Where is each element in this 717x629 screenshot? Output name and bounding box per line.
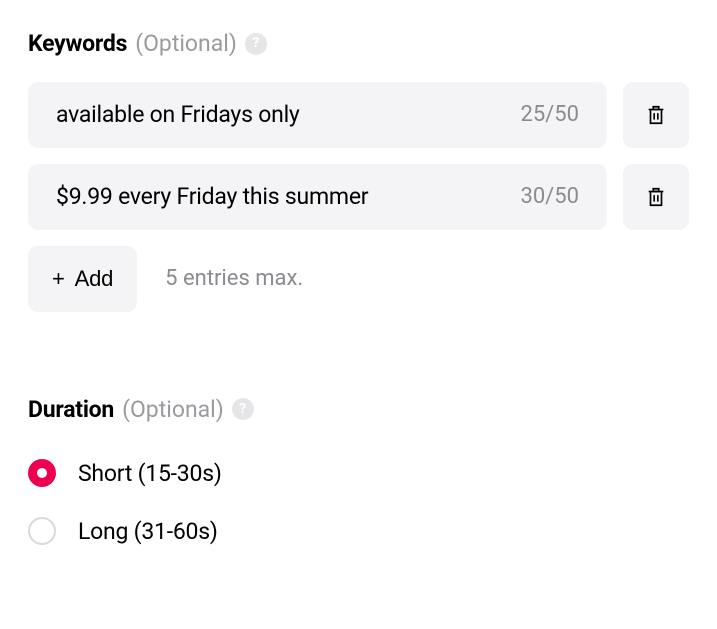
add-keyword-button[interactable]: + Add — [28, 246, 137, 312]
duration-optional-label: (Optional) — [122, 396, 224, 424]
radio-icon — [28, 459, 56, 487]
keyword-text: $9.99 every Friday this summer — [56, 183, 368, 210]
keyword-row: $9.99 every Friday this summer 30/50 — [28, 164, 689, 230]
keywords-heading: Keywords (Optional) ? — [28, 30, 689, 58]
keywords-title: Keywords — [28, 30, 127, 58]
radio-label: Long (31-60s) — [78, 518, 218, 545]
add-row: + Add 5 entries max. — [28, 246, 689, 312]
trash-icon — [645, 186, 667, 208]
help-icon[interactable]: ? — [245, 33, 267, 55]
duration-title: Duration — [28, 396, 114, 424]
radio-label: Short (15-30s) — [78, 460, 222, 487]
plus-icon: + — [52, 268, 65, 290]
duration-option-short[interactable]: Short (15-30s) — [28, 459, 689, 487]
radio-icon — [28, 517, 56, 545]
help-icon[interactable]: ? — [232, 398, 254, 420]
delete-keyword-button[interactable] — [623, 164, 689, 230]
add-button-label: Add — [75, 266, 114, 292]
keywords-optional-label: (Optional) — [135, 30, 237, 58]
delete-keyword-button[interactable] — [623, 82, 689, 148]
keyword-row: available on Fridays only 25/50 — [28, 82, 689, 148]
keyword-input[interactable]: $9.99 every Friday this summer 30/50 — [28, 164, 607, 230]
keyword-char-count: 25/50 — [520, 102, 579, 127]
duration-option-long[interactable]: Long (31-60s) — [28, 517, 689, 545]
duration-heading: Duration (Optional) ? — [28, 396, 689, 424]
entries-max-note: 5 entries max. — [165, 266, 303, 291]
keyword-input[interactable]: available on Fridays only 25/50 — [28, 82, 607, 148]
keyword-char-count: 30/50 — [520, 184, 579, 209]
trash-icon — [645, 104, 667, 126]
duration-radio-group: Short (15-30s) Long (31-60s) — [28, 459, 689, 545]
keyword-text: available on Fridays only — [56, 101, 300, 128]
